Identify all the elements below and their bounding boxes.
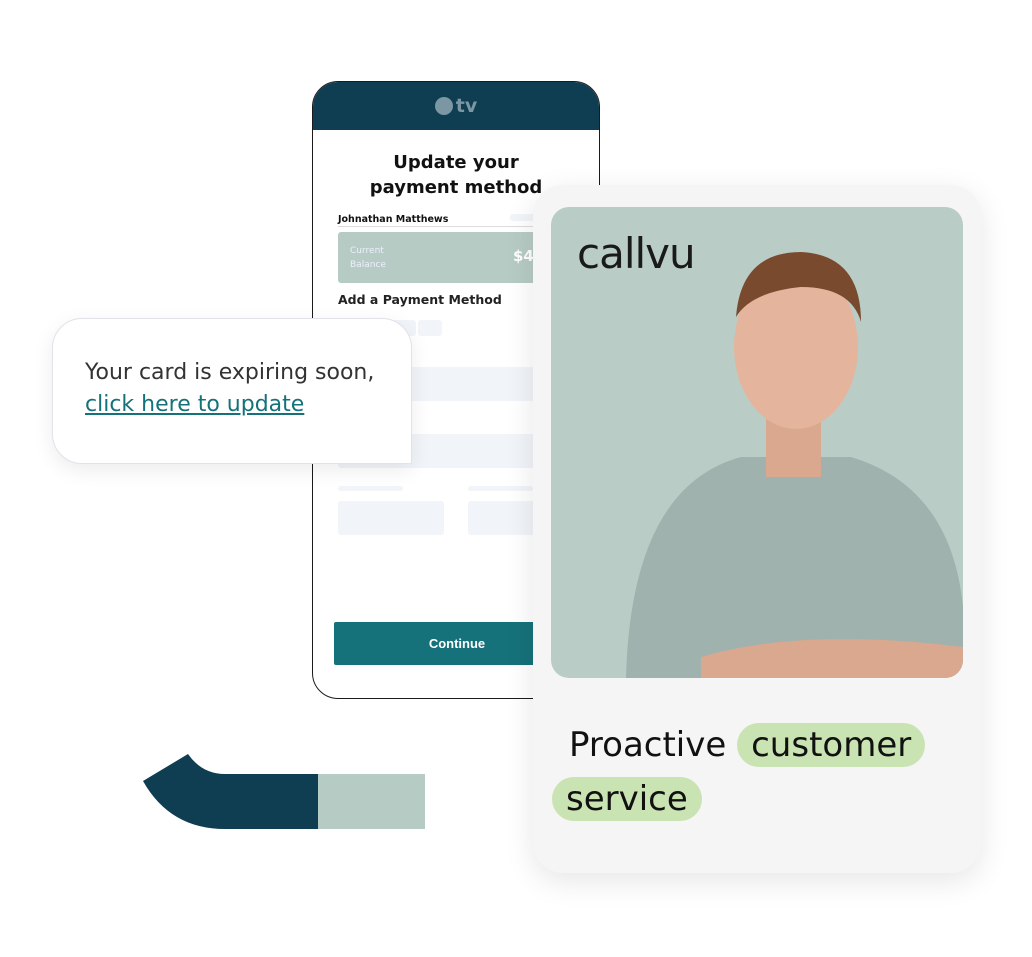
bubble-text: Your card is expiring soon, [85, 360, 375, 385]
phone-header: tv [313, 82, 599, 130]
add-payment-heading: Add a Payment Method [338, 292, 502, 307]
balance-label: Current Balance [350, 246, 386, 270]
send-logo-icon [434, 97, 453, 115]
notification-bubble: Your card is expiring soon, click here t… [52, 318, 412, 464]
tagline-plain: Proactive [569, 725, 727, 765]
tagline-line2: service [552, 777, 702, 821]
customer-service-photo: callvu [551, 207, 963, 678]
balance-amount: $4 [513, 247, 534, 265]
tagline-highlight-1: customer [737, 723, 926, 767]
expiry-field[interactable] [338, 501, 444, 535]
phone-logo: tv [455, 95, 478, 117]
decorative-arrow-shape [143, 754, 425, 829]
tagline-line1: Proactive customer [569, 723, 926, 767]
update-link[interactable]: click here to update [85, 392, 304, 417]
callvu-card: callvu Proactive customer service [533, 185, 981, 873]
person-illustration [626, 252, 963, 678]
tagline-highlight-2: service [552, 777, 702, 821]
